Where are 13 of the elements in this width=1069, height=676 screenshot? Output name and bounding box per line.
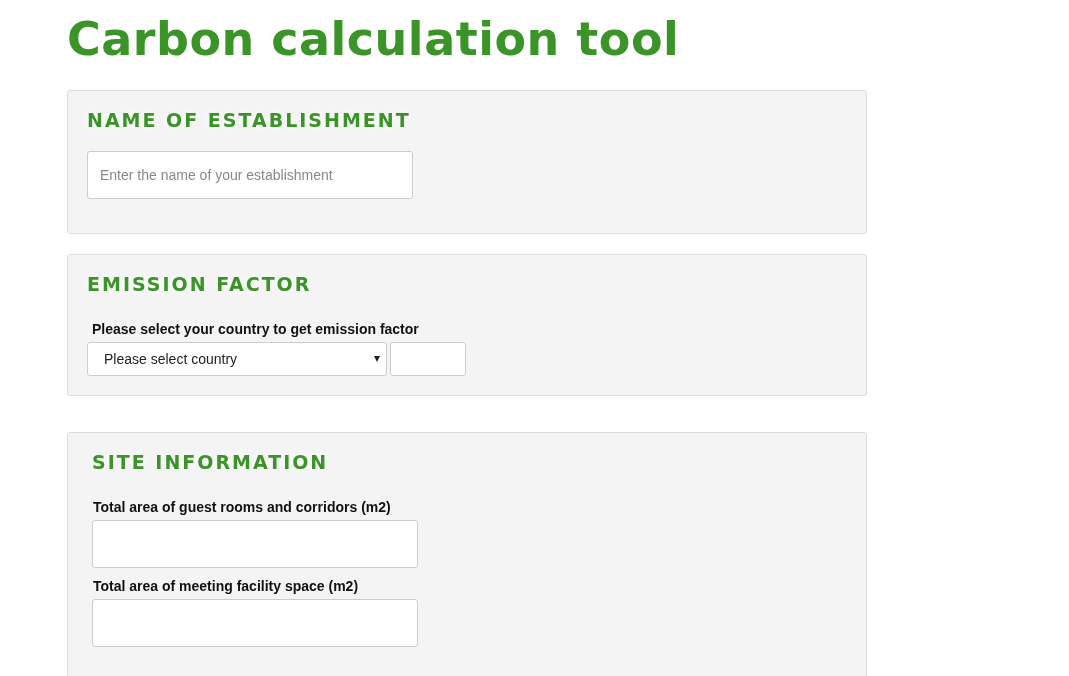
area-input[interactable] [92, 520, 418, 568]
section-heading: SITE INFORMATION [92, 451, 330, 473]
section-heading: NAME OF ESTABLISHMENT [87, 109, 412, 131]
select-label: Please select your country to get emission factor [92, 321, 420, 337]
caret-icon [374, 356, 380, 362]
field-label: Total area of meeting facility space (m2) [93, 578, 360, 594]
country-select[interactable]: Please select country [87, 342, 387, 376]
area-input[interactable] [92, 599, 418, 647]
name-input[interactable]: Enter the name of your establishment [87, 151, 413, 199]
section-heading: EMISSION FACTOR [87, 273, 313, 295]
emission-factor-input[interactable] [390, 342, 466, 376]
page-title: Carbon calculation tool [67, 12, 681, 66]
field-label: Total area of guest rooms and corridors (m2) [93, 499, 392, 515]
